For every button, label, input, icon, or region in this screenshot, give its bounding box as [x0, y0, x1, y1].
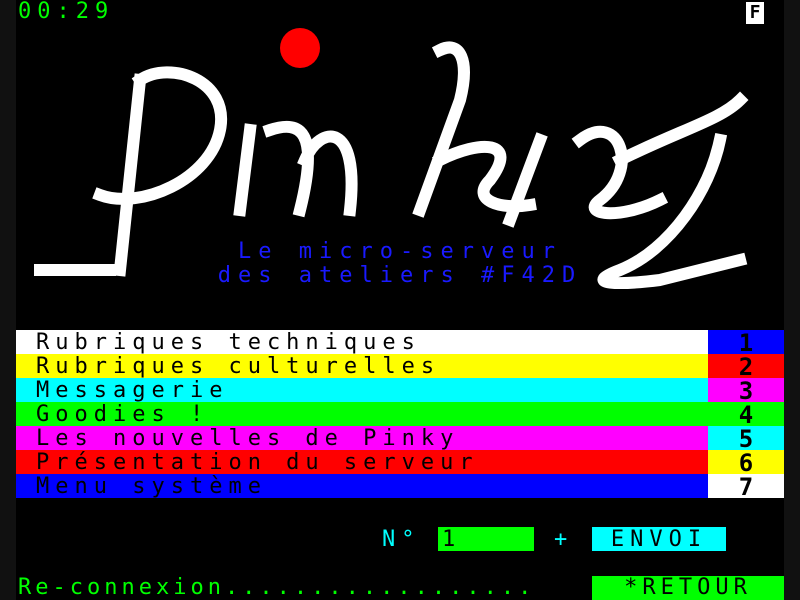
plus-label: +	[554, 527, 568, 552]
main-menu: Rubriques techniques 1 Rubriques culturell…	[16, 330, 784, 500]
menu-item-number: 6	[708, 450, 784, 476]
tagline-line-1: Le micro-serveur	[238, 239, 562, 264]
menu-item-number: 4	[708, 402, 784, 428]
menu-item-label: Rubriques techniques	[16, 330, 708, 354]
choice-entry: N° 1 + ENVOI	[0, 527, 800, 553]
logo-dot	[280, 28, 320, 68]
menu-item-label: Présentation du serveur	[16, 450, 708, 474]
choice-input[interactable]: 1	[438, 527, 534, 552]
menu-item-number: 1	[708, 330, 784, 356]
menu-item-number: 2	[708, 354, 784, 380]
menu-item[interactable]: Les nouvelles de Pinky 5	[16, 426, 784, 452]
menu-item[interactable]: Messagerie 3	[16, 378, 784, 404]
menu-item[interactable]: Présentation du serveur 6	[16, 450, 784, 476]
retour-button[interactable]: *RETOUR	[592, 576, 784, 600]
menu-item-number: 7	[708, 474, 784, 500]
number-label: N°	[382, 527, 421, 552]
menu-item[interactable]: Menu système 7	[16, 474, 784, 500]
right-border	[784, 0, 800, 600]
menu-item-label: Menu système	[16, 474, 708, 498]
reconnect-link[interactable]: Re-connexion..................	[18, 576, 535, 600]
menu-item-label: Goodies !	[16, 402, 708, 426]
left-border	[0, 0, 16, 600]
menu-item-number: 5	[708, 426, 784, 452]
menu-item[interactable]: Rubriques techniques 1	[16, 330, 784, 356]
minitel-screen: 00:29 F Le micro-serveur des ateliers #F…	[0, 0, 800, 600]
menu-item-number: 3	[708, 378, 784, 404]
menu-item-label: Les nouvelles de Pinky	[16, 426, 708, 450]
tagline-line-2: des ateliers #F42D	[217, 263, 583, 288]
footer: Re-connexion.................. *RETOUR	[0, 576, 800, 600]
envoi-button[interactable]: ENVOI	[592, 527, 726, 552]
menu-item-label: Messagerie	[16, 378, 708, 402]
menu-item[interactable]: Goodies ! 4	[16, 402, 784, 428]
menu-item[interactable]: Rubriques culturelles 2	[16, 354, 784, 380]
menu-item-label: Rubriques culturelles	[16, 354, 708, 378]
